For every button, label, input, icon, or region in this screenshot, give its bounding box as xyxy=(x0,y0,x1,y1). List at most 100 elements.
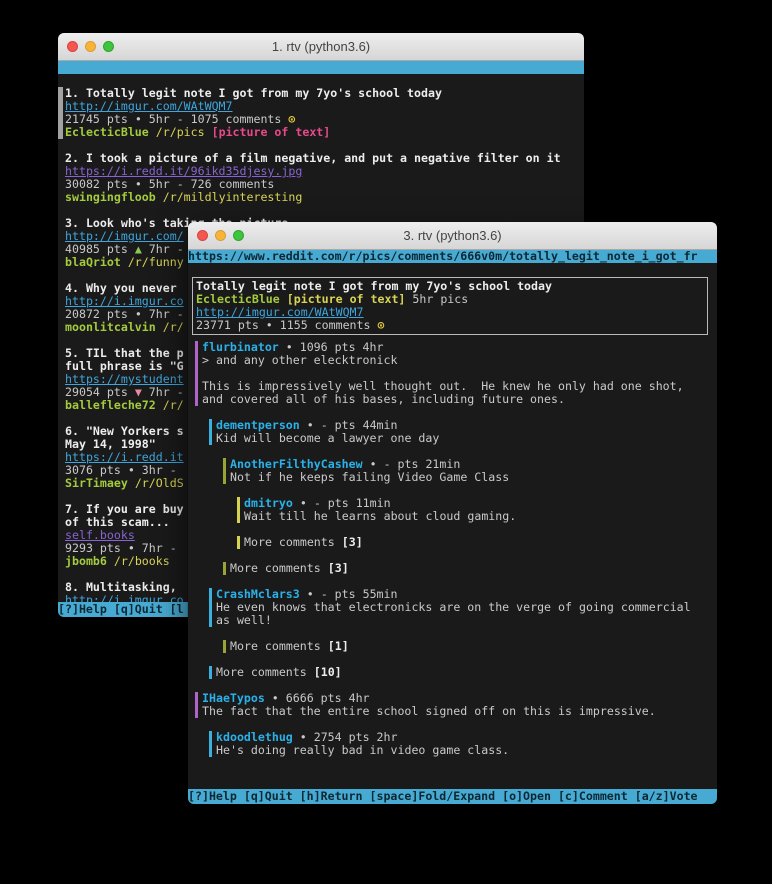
comment-header[interactable]: flurbinator • 1096 pts 4hr xyxy=(202,341,717,354)
comment-depth-bar xyxy=(223,458,226,484)
window-controls xyxy=(67,41,114,52)
post-age-comments: 7hr - xyxy=(142,243,191,256)
more-comments-label[interactable]: More comments [1] xyxy=(230,640,717,653)
comment-score-age: • 1096 pts 4hr xyxy=(279,341,384,354)
zoom-icon[interactable] xyxy=(103,41,114,52)
close-icon[interactable] xyxy=(67,41,78,52)
comment-author[interactable]: flurbinator xyxy=(202,341,279,354)
post-flair: [picture of text] xyxy=(212,126,331,139)
submission-byline: EclecticBlue [picture of text] 5hr pics xyxy=(196,293,707,306)
post-subreddit[interactable]: /r/funny xyxy=(128,256,184,269)
comment-score-age: • - pts 21min xyxy=(363,458,461,471)
comment-row[interactable]: IHaeTypos • 6666 pts 4hrThe fact that th… xyxy=(195,692,717,718)
page-header-bar: Front Page civilization_phaze_3 xyxy=(58,61,584,74)
post-subreddit[interactable]: /r/mildlyinteresting xyxy=(163,191,303,204)
comment-header[interactable]: IHaeTypos • 6666 pts 4hr xyxy=(202,692,717,705)
window-controls xyxy=(197,230,244,241)
comment-header[interactable]: kdoodlethug • 2754 pts 2hr xyxy=(216,731,717,744)
comment-author[interactable]: IHaeTypos xyxy=(202,692,265,705)
comment-header[interactable]: dementperson • - pts 44min xyxy=(216,419,717,432)
comment-score-age: • 6666 pts 4hr xyxy=(265,692,370,705)
bullet-vote-icon: • xyxy=(135,113,142,126)
post-author[interactable]: ballefleche72 xyxy=(65,399,156,412)
post-title[interactable]: 1. Totally legit note I got from my 7yo'… xyxy=(65,87,584,100)
submission-url[interactable]: http://imgur.com/WAtWQM7 xyxy=(196,306,707,319)
comment-header[interactable]: dmitryo • - pts 11min xyxy=(244,497,717,510)
post-age-comments: 5hr - 726 comments xyxy=(142,178,275,191)
more-comments-count: [10] xyxy=(314,666,342,679)
comment-author[interactable]: dementperson xyxy=(216,419,300,432)
post-subreddit[interactable]: /r/pics xyxy=(156,126,205,139)
comment-row[interactable]: CrashMclars3 • - pts 55minHe even knows … xyxy=(195,588,717,627)
comment-author[interactable]: AnotherFilthyCashew xyxy=(230,458,363,471)
comment-body-line: The fact that the entire school signed o… xyxy=(202,705,717,718)
sort-tab-bar: [1]hot[2]top[3]rising[4]new[5]controvers… xyxy=(188,263,717,276)
post-author[interactable]: SirTimaey xyxy=(65,477,128,490)
post-points: 30082 pts xyxy=(65,178,135,191)
more-comments-count: [3] xyxy=(342,536,363,549)
post-url[interactable]: https://i.redd.it/96ikd35djesy.jpg xyxy=(65,165,584,178)
more-comments-link[interactable]: More comments [10] xyxy=(195,666,717,679)
post-author[interactable]: blaQriot xyxy=(65,256,121,269)
selection-cursor xyxy=(58,87,63,139)
comment-list: flurbinator • 1096 pts 4hr> and any othe… xyxy=(188,341,717,757)
minimize-icon[interactable] xyxy=(215,230,226,241)
post-row[interactable]: 1. Totally legit note I got from my 7yo'… xyxy=(58,87,584,139)
comment-body-line: This is impressively well thought out. H… xyxy=(202,380,717,393)
post-subreddit[interactable]: /r/books xyxy=(114,555,170,568)
post-author[interactable]: EclecticBlue xyxy=(65,126,149,139)
more-comments-link[interactable]: More comments [1] xyxy=(195,640,717,653)
minimize-icon[interactable] xyxy=(85,41,96,52)
comment-row[interactable]: dementperson • - pts 44minKid will becom… xyxy=(195,419,717,445)
submission-box[interactable]: Totally legit note I got from my 7yo's s… xyxy=(192,277,708,335)
post-title[interactable]: 2. I took a picture of a film negative, … xyxy=(65,152,584,165)
more-comments-label[interactable]: More comments [3] xyxy=(230,562,717,575)
comment-row[interactable]: kdoodlethug • 2754 pts 2hrHe's doing rea… xyxy=(195,731,717,757)
post-points: 21745 pts xyxy=(65,113,135,126)
post-points: 40985 pts xyxy=(65,243,135,256)
comment-depth-bar xyxy=(209,666,212,679)
comment-author[interactable]: kdoodlethug xyxy=(216,731,293,744)
post-author[interactable]: jbomb6 xyxy=(65,555,107,568)
comment-author[interactable]: CrashMclars3 xyxy=(216,588,300,601)
zoom-icon[interactable] xyxy=(233,230,244,241)
bullet-vote-icon: • xyxy=(135,178,142,191)
more-comments-link[interactable]: More comments [3] xyxy=(195,562,717,575)
post-subreddit[interactable]: /r/ xyxy=(163,321,184,334)
submission-stats: 23771 pts • 1155 comments ⊙ xyxy=(196,319,707,332)
comment-depth-bar xyxy=(223,640,226,653)
front-terminal-window[interactable]: 3. rtv (python3.6) https://www.reddit.co… xyxy=(188,222,717,804)
post-age-comments: 7hr - xyxy=(135,542,184,555)
submission-title[interactable]: Totally legit note I got from my 7yo's s… xyxy=(196,280,707,293)
comment-depth-bar xyxy=(195,692,198,718)
comment-row[interactable]: flurbinator • 1096 pts 4hr> and any othe… xyxy=(195,341,717,406)
front-window-titlebar[interactable]: 3. rtv (python3.6) xyxy=(188,222,717,250)
comment-body-line: He's doing really bad in video game clas… xyxy=(216,744,717,757)
comment-depth-bar xyxy=(223,562,226,575)
comment-score-age: • - pts 44min xyxy=(300,419,398,432)
comment-author[interactable]: dmitryo xyxy=(244,497,293,510)
post-row[interactable]: 2. I took a picture of a film negative, … xyxy=(58,152,584,204)
bullet-vote-icon: • xyxy=(128,542,135,555)
more-comments-label[interactable]: More comments [3] xyxy=(244,536,717,549)
post-author[interactable]: swingingfloob xyxy=(65,191,156,204)
comment-depth-bar xyxy=(209,731,212,757)
comment-body-line: and covered all of his bases, including … xyxy=(202,393,717,406)
close-icon[interactable] xyxy=(197,230,208,241)
comment-header[interactable]: AnotherFilthyCashew • - pts 21min xyxy=(230,458,717,471)
back-window-titlebar[interactable]: 1. rtv (python3.6) xyxy=(58,33,584,61)
submission-author[interactable]: EclecticBlue xyxy=(196,293,280,306)
post-subreddit[interactable]: /r/OldS xyxy=(135,477,184,490)
comment-score-age: • - pts 55min xyxy=(300,588,398,601)
more-comments-label[interactable]: More comments [10] xyxy=(216,666,717,679)
post-subreddit[interactable]: /r/ xyxy=(163,399,184,412)
front-terminal-screen[interactable]: https://www.reddit.com/r/pics/comments/6… xyxy=(188,250,717,804)
comment-score-age: • - pts 11min xyxy=(293,497,391,510)
comment-header[interactable]: CrashMclars3 • - pts 55min xyxy=(216,588,717,601)
more-comments-link[interactable]: More comments [3] xyxy=(195,536,717,549)
comment-row[interactable]: AnotherFilthyCashew • - pts 21minNot if … xyxy=(195,458,717,484)
more-comments-count: [1] xyxy=(328,640,349,653)
comment-row[interactable]: dmitryo • - pts 11minWait till he learns… xyxy=(195,497,717,523)
post-author[interactable]: moonlitcalvin xyxy=(65,321,156,334)
post-url[interactable]: http://imgur.com/WAtWQM7 xyxy=(65,100,584,113)
